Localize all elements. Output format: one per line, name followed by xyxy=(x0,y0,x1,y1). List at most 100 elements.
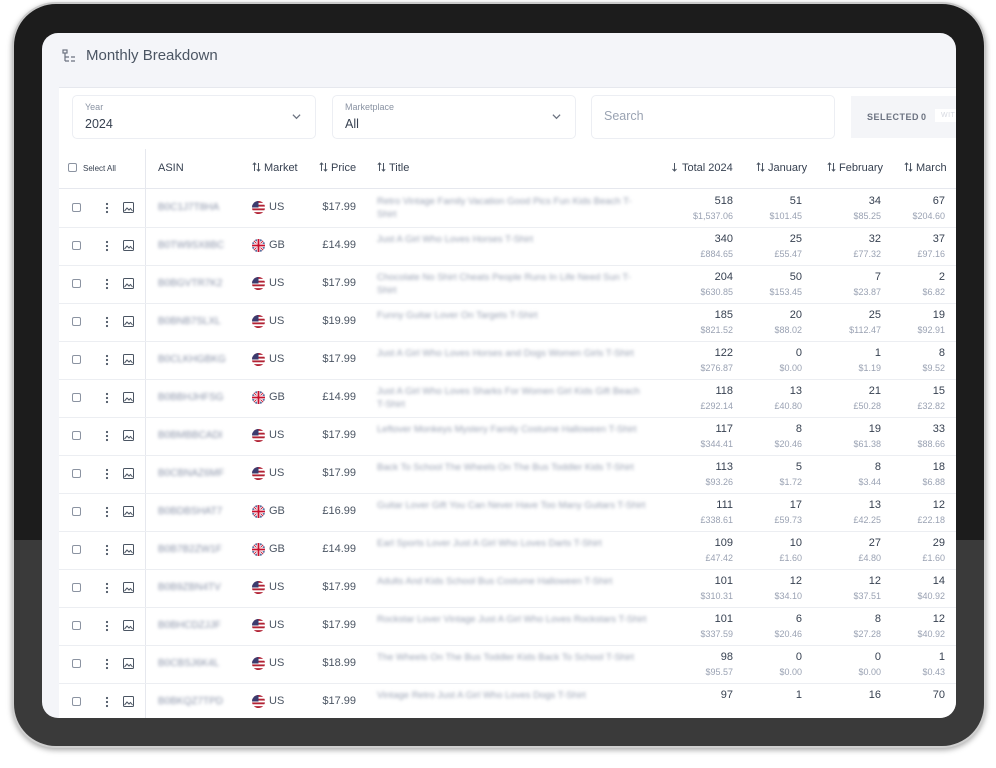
image-icon[interactable] xyxy=(123,582,134,593)
table-row[interactable]: B0BHCDZJJF US $17.99 Rockstar Lover Vintage… xyxy=(59,607,956,646)
col-price[interactable]: Price xyxy=(319,149,356,188)
image-icon[interactable] xyxy=(123,620,134,631)
col-total[interactable]: Total 2024 xyxy=(670,149,733,188)
row-checkbox[interactable] xyxy=(72,317,81,326)
image-icon[interactable] xyxy=(123,430,134,441)
table-row[interactable]: B0CBNAZ6MF US $17.99 Back To School The Whe… xyxy=(59,455,956,494)
table-row[interactable]: B0B9ZBN4TV US $17.99 Adults And Kids School… xyxy=(59,569,956,608)
february-revenue: $0.00 xyxy=(858,667,881,677)
asin-link[interactable]: B0BDBSHAT7 xyxy=(158,506,222,517)
asin-link[interactable]: B0BBHJHFSG xyxy=(158,392,224,403)
asin-link[interactable]: B0BMBBCADI xyxy=(158,430,222,441)
col-january[interactable]: January xyxy=(756,149,807,188)
asin-link[interactable]: B0BGVTR7K2 xyxy=(158,278,222,289)
march-units: 8 xyxy=(938,347,945,359)
marketplace-select[interactable]: Marketplace All xyxy=(333,96,575,138)
image-icon[interactable] xyxy=(123,278,134,289)
asin-link[interactable]: B0B7B2ZW1F xyxy=(158,544,222,555)
market-code: US xyxy=(269,581,285,593)
more-vertical-icon[interactable] xyxy=(103,543,111,557)
more-vertical-icon[interactable] xyxy=(103,429,111,443)
more-vertical-icon[interactable] xyxy=(103,201,111,215)
image-icon[interactable] xyxy=(123,316,134,327)
more-vertical-icon[interactable] xyxy=(103,467,111,481)
asin-link[interactable]: B0CLKHGBKG xyxy=(158,354,226,365)
asin-link[interactable]: B0TW9SX8BC xyxy=(158,240,224,251)
asin-link[interactable]: B0CBNAZ6MF xyxy=(158,468,224,479)
year-select[interactable]: Year 2024 xyxy=(73,96,315,138)
table-row[interactable]: B0B7B2ZW1F GB £14.99 Earl Sports Lover Just… xyxy=(59,531,956,570)
row-checkbox[interactable] xyxy=(72,279,81,288)
row-checkbox[interactable] xyxy=(72,507,81,516)
asin-link[interactable]: B0C1J7T8HA xyxy=(158,202,219,213)
row-checkbox[interactable] xyxy=(72,697,81,706)
market-code: US xyxy=(269,315,285,327)
image-icon[interactable] xyxy=(123,240,134,251)
product-title: Leftover Monkeys Mystery Family Costume … xyxy=(377,424,637,435)
market-code: GB xyxy=(269,543,285,555)
row-checkbox[interactable] xyxy=(72,583,81,592)
table-row[interactable]: B0TW9SX8BC GB £14.99 Just A Girl Who Loves … xyxy=(59,227,956,266)
february-cell: 0 $0.00 xyxy=(819,650,881,678)
row-checkbox[interactable] xyxy=(72,241,81,250)
january-units: 50 xyxy=(789,271,802,283)
row-checkbox[interactable] xyxy=(72,393,81,402)
table-row[interactable]: B0BDBSHAT7 GB £16.99 Guitar Lover Gift You … xyxy=(59,493,956,532)
image-icon[interactable] xyxy=(123,202,134,213)
image-icon[interactable] xyxy=(123,354,134,365)
row-checkbox[interactable] xyxy=(72,469,81,478)
row-checkbox[interactable] xyxy=(72,355,81,364)
row-checkbox[interactable] xyxy=(72,431,81,440)
february-units: 25 xyxy=(868,309,881,321)
select-all-checkbox[interactable] xyxy=(68,163,77,172)
image-icon[interactable] xyxy=(123,506,134,517)
more-vertical-icon[interactable] xyxy=(103,277,111,291)
marketplace-value: All xyxy=(345,117,359,131)
more-vertical-icon[interactable] xyxy=(103,695,111,709)
table-row[interactable]: B0BBHJHFSG GB £14.99 Just A Girl Who Loves … xyxy=(59,379,956,418)
more-vertical-icon[interactable] xyxy=(103,505,111,519)
asin-link[interactable]: B0B9ZBN4TV xyxy=(158,582,221,593)
january-revenue: $20.46 xyxy=(774,629,802,639)
row-checkbox[interactable] xyxy=(72,545,81,554)
image-icon[interactable] xyxy=(123,544,134,555)
march-cell: 70 xyxy=(895,688,945,704)
total-revenue: £47.42 xyxy=(705,553,733,563)
row-checkbox[interactable] xyxy=(72,203,81,212)
table-row[interactable]: B0BKQZ7TPD US $17.99 Vintage Retro Just A G… xyxy=(59,683,956,718)
asin-link[interactable]: B0BNB7SLXL xyxy=(158,316,221,327)
more-vertical-icon[interactable] xyxy=(103,657,111,671)
row-checkbox[interactable] xyxy=(72,621,81,630)
col-asin[interactable]: ASIN xyxy=(158,149,184,188)
col-title[interactable]: Title xyxy=(377,149,409,188)
table-row[interactable]: B0BNB7SLXL US $19.99 Funny Guitar Lover On … xyxy=(59,303,956,342)
image-icon[interactable] xyxy=(123,468,134,479)
select-all-header[interactable]: Select All xyxy=(68,149,116,188)
col-february[interactable]: February xyxy=(827,149,883,188)
asin-link[interactable]: B0BHCDZJJF xyxy=(158,620,221,631)
table-row[interactable]: B0CBSJ6K4L US $18.99 The Wheels On The Bus … xyxy=(59,645,956,684)
table-row[interactable]: B0BGVTR7K2 US $17.99 Chocolate No Shirt Che… xyxy=(59,265,956,304)
more-vertical-icon[interactable] xyxy=(103,239,111,253)
january-units: 25 xyxy=(789,233,802,245)
col-march[interactable]: March xyxy=(904,149,947,188)
asin-link[interactable]: B0CBSJ6K4L xyxy=(158,658,219,669)
col-market[interactable]: Market xyxy=(252,149,298,188)
more-vertical-icon[interactable] xyxy=(103,619,111,633)
more-vertical-icon[interactable] xyxy=(103,315,111,329)
table-row[interactable]: B0BMBBCADI US $17.99 Leftover Monkeys Myste… xyxy=(59,417,956,456)
asin-link[interactable]: B0BKQZ7TPD xyxy=(158,696,223,707)
image-icon[interactable] xyxy=(123,696,134,707)
more-vertical-icon[interactable] xyxy=(103,581,111,595)
row-checkbox[interactable] xyxy=(72,659,81,668)
more-vertical-icon[interactable] xyxy=(103,353,111,367)
more-vertical-icon[interactable] xyxy=(103,391,111,405)
february-cell: 32 £77.32 xyxy=(819,232,881,260)
february-cell: 19 $61.38 xyxy=(819,422,881,450)
image-icon[interactable] xyxy=(123,392,134,403)
table-row[interactable]: B0CLKHGBKG US $17.99 Just A Girl Who Loves … xyxy=(59,341,956,380)
table-row[interactable]: B0C1J7T8HA US $17.99 Retro Vintage Family V… xyxy=(59,189,956,228)
with-selected-button[interactable]: WITH xyxy=(935,109,956,122)
search-input[interactable]: Search xyxy=(592,96,834,138)
image-icon[interactable] xyxy=(123,658,134,669)
